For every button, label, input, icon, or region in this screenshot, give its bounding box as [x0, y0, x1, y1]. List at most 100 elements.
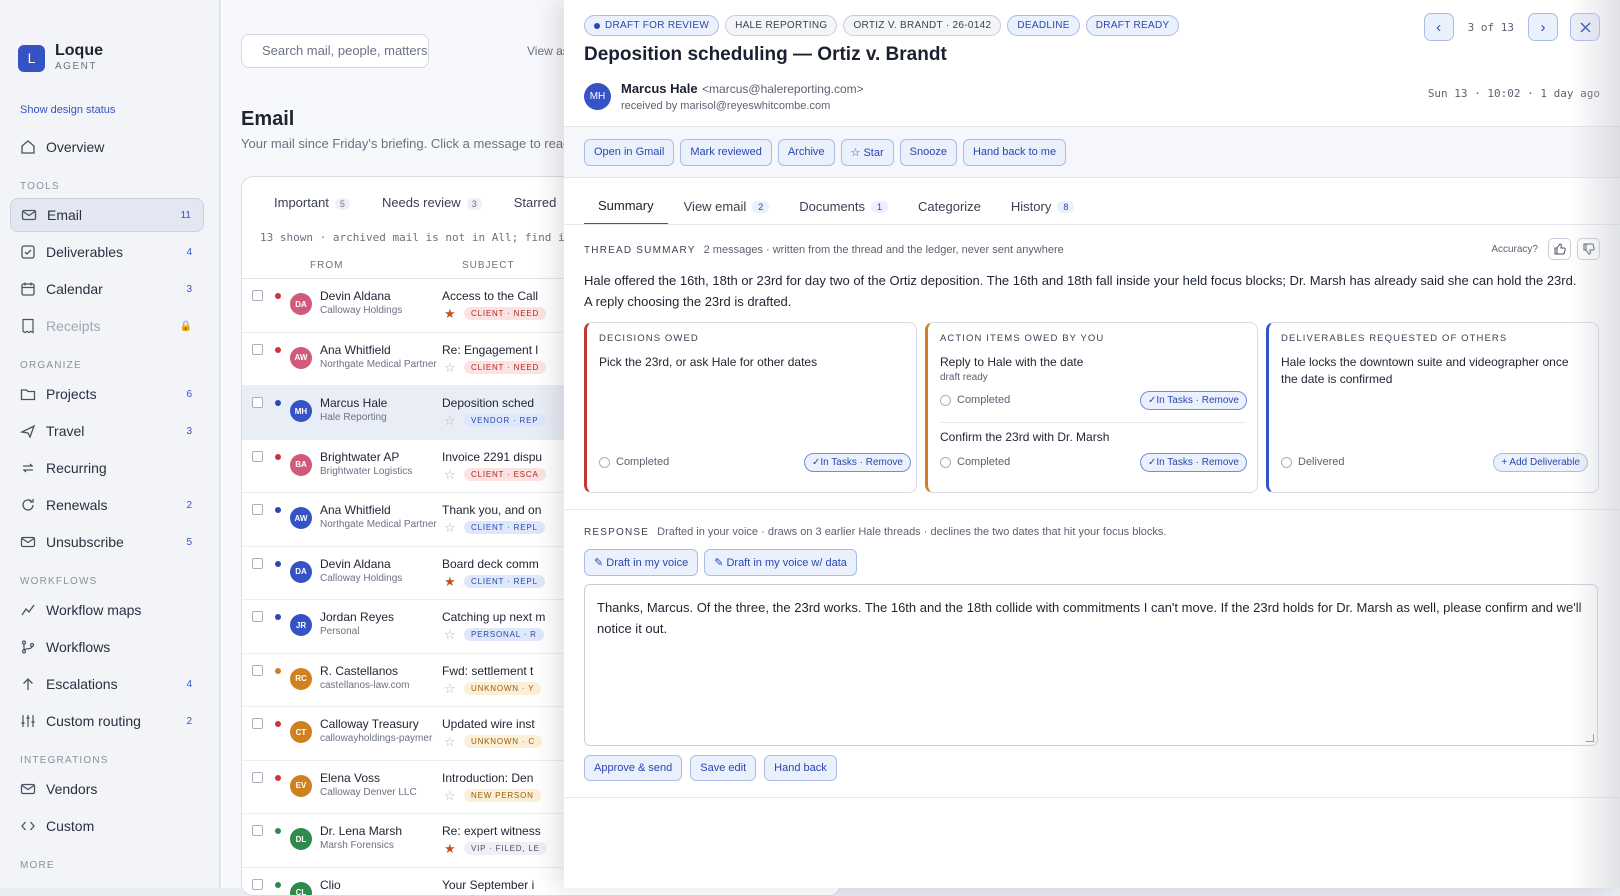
in-tasks-remove-button[interactable]: ✓In Tasks · Remove — [1140, 453, 1247, 472]
completed-toggle[interactable]: Completed — [940, 394, 1010, 406]
star-icon[interactable]: ★ — [444, 306, 456, 322]
row-checkbox[interactable] — [252, 451, 263, 462]
sidebar-item-recurring[interactable]: Recurring — [10, 451, 204, 485]
tab-documents[interactable]: Documents1 — [785, 192, 902, 225]
sidebar-item-calendar[interactable]: Calendar3 — [10, 272, 204, 306]
sidebar-item-email[interactable]: Email11 — [10, 198, 204, 232]
hand-back-button[interactable]: Hand back — [764, 755, 837, 781]
row-sender: Jordan Reyes — [320, 610, 394, 624]
row-checkbox[interactable] — [252, 344, 263, 355]
archive-button[interactable]: Archive — [778, 139, 835, 166]
mark-reviewed-button[interactable]: Mark reviewed — [680, 139, 772, 166]
add-deliverable-button[interactable]: + Add Deliverable — [1493, 453, 1588, 472]
star-icon[interactable]: ☆ — [444, 360, 456, 376]
row-sender: Marcus Hale — [320, 396, 387, 410]
tab-label: Needs review — [382, 195, 461, 210]
workflow-icon-wrap — [20, 602, 36, 618]
row-checkbox[interactable] — [252, 290, 263, 301]
row-subject: Invoice 2291 dispu — [442, 450, 542, 464]
row-checkbox[interactable] — [252, 718, 263, 729]
row-checkbox[interactable] — [252, 558, 263, 569]
row-sender: Dr. Lena Marsh — [320, 824, 402, 838]
reply-text: Thanks, Marcus. Of the three, the 23rd w… — [597, 600, 1582, 636]
list-tab-important[interactable]: Important5 — [274, 195, 350, 223]
in-tasks-remove-button[interactable]: ✓In Tasks · Remove — [804, 453, 911, 472]
draft-in-my-voice-button[interactable]: ✎ Draft in my voice — [584, 549, 698, 576]
sidebar-item-label: Custom — [46, 818, 94, 834]
sliders-icon — [20, 713, 36, 729]
row-subject: Thank you, and on — [442, 503, 541, 517]
star-icon[interactable]: ☆ — [444, 627, 456, 643]
open-in-gmail-button[interactable]: Open in Gmail — [584, 139, 674, 166]
search-input[interactable]: Search mail, people, matters — [241, 34, 429, 68]
accuracy-feedback: Accuracy? — [1491, 238, 1600, 260]
sender-name[interactable]: Marcus Hale — [621, 81, 698, 96]
row-sender: Calloway Treasury — [320, 717, 419, 731]
star-icon[interactable]: ☆ — [444, 788, 456, 804]
view-as-label[interactable]: View as — [527, 44, 569, 58]
tab-label: Important — [274, 195, 329, 210]
sidebar-item-workflow-maps[interactable]: Workflow maps — [10, 593, 204, 627]
tab-categorize[interactable]: Categorize — [904, 192, 995, 225]
sidebar-item-deliverables[interactable]: Deliverables4 — [10, 235, 204, 269]
page-subtitle: Your mail since Friday's briefing. Click… — [241, 136, 570, 151]
star-icon[interactable]: ☆ — [444, 681, 456, 697]
sidebar-item-projects[interactable]: Projects6 — [10, 377, 204, 411]
tab-view-email[interactable]: View email 2 — [670, 192, 784, 225]
sidebar-item-workflows[interactable]: Workflows — [10, 630, 204, 664]
sidebar-item-renewals[interactable]: Renewals2 — [10, 488, 204, 522]
chip-label: DRAFT FOR REVIEW — [605, 20, 709, 31]
next-button[interactable]: › — [1528, 13, 1558, 41]
completed-label: Completed — [616, 456, 669, 468]
star-icon[interactable]: ☆ — [444, 734, 456, 750]
draft-in-my-voice-with-data-button[interactable]: ✎ Draft in my voice w/ data — [704, 549, 857, 576]
star-button[interactable]: ☆ Star — [841, 139, 894, 166]
thumbs-down-button[interactable] — [1577, 238, 1600, 260]
show-design-status-link[interactable]: Show design status — [20, 104, 115, 116]
tab-count: 2 — [752, 201, 769, 213]
resize-handle[interactable] — [1586, 734, 1594, 742]
brand[interactable]: L Loque AGENT — [18, 42, 103, 74]
completed-toggle[interactable]: Completed — [599, 456, 669, 468]
row-checkbox[interactable] — [252, 825, 263, 836]
sidebar-item-receipts[interactable]: Receipts🔒 — [10, 309, 204, 343]
star-icon[interactable]: ★ — [444, 841, 456, 857]
row-checkbox[interactable] — [252, 397, 263, 408]
previous-button[interactable]: ‹ — [1424, 13, 1454, 41]
sidebar-item-custom[interactable]: Custom — [10, 809, 204, 843]
sidebar-item-escalations[interactable]: Escalations4 — [10, 667, 204, 701]
sidebar-item-count: 3 — [186, 426, 192, 437]
save-edit-button[interactable]: Save edit — [690, 755, 756, 781]
list-tab-needs-review[interactable]: Needs review3 — [382, 195, 482, 223]
star-icon[interactable]: ★ — [444, 574, 456, 590]
list-tab-starred[interactable]: Starred — [514, 195, 557, 223]
hand-back-to-me-button[interactable]: Hand back to me — [963, 139, 1066, 166]
thumbs-up-button[interactable] — [1548, 238, 1571, 260]
tab-label: View email — [684, 199, 747, 214]
close-button[interactable] — [1570, 13, 1600, 41]
sidebar-item-vendors[interactable]: Vendors — [10, 772, 204, 806]
row-sender: R. Castellanos — [320, 664, 398, 678]
sidebar-item-count: 5 — [186, 537, 192, 548]
row-checkbox[interactable] — [252, 772, 263, 783]
sidebar-item-custom-routing[interactable]: Custom routing2 — [10, 704, 204, 738]
star-icon[interactable]: ☆ — [444, 520, 456, 536]
sidebar-item-travel[interactable]: Travel3 — [10, 414, 204, 448]
star-icon[interactable]: ☆ — [444, 413, 456, 429]
completed-toggle[interactable]: Completed — [940, 456, 1010, 468]
avatar: RC — [290, 668, 312, 690]
reply-textarea[interactable]: Thanks, Marcus. Of the three, the 23rd w… — [584, 584, 1598, 746]
row-checkbox[interactable] — [252, 611, 263, 622]
star-icon[interactable]: ☆ — [444, 467, 456, 483]
sidebar-item-overview[interactable]: Overview — [10, 130, 204, 164]
row-checkbox[interactable] — [252, 504, 263, 515]
tab-summary[interactable]: Summary — [584, 192, 668, 225]
delivered-toggle[interactable]: Delivered — [1281, 456, 1344, 468]
tab-history[interactable]: History8 — [997, 192, 1088, 225]
tab-count: 1 — [871, 201, 888, 213]
snooze-button[interactable]: Snooze — [900, 139, 957, 166]
row-checkbox[interactable] — [252, 665, 263, 676]
approve-and-send-button[interactable]: Approve & send — [584, 755, 682, 781]
sidebar-item-unsubscribe[interactable]: Unsubscribe5 — [10, 525, 204, 559]
in-tasks-remove-button[interactable]: ✓In Tasks · Remove — [1140, 391, 1247, 410]
